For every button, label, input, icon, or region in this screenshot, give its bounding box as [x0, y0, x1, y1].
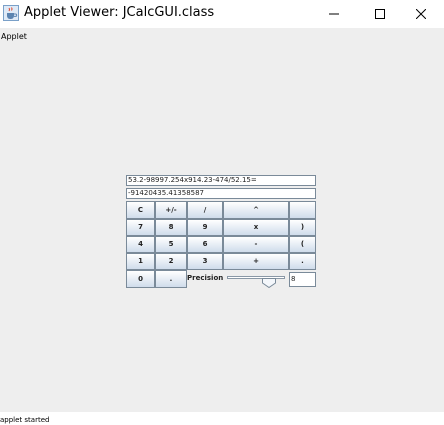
- digit-4-button[interactable]: 4: [126, 236, 155, 253]
- blank-button[interactable]: [289, 201, 316, 219]
- minimize-button[interactable]: [311, 0, 357, 28]
- java-cup-icon: [3, 5, 19, 21]
- negate-button[interactable]: +/-: [155, 201, 187, 219]
- precision-label: Precision: [187, 274, 224, 282]
- status-text: applet started: [0, 416, 50, 424]
- title-bar: Applet Viewer: JCalcGUI.class: [0, 0, 444, 28]
- digit-8-button[interactable]: 8: [155, 219, 187, 236]
- divide-label: /: [203, 205, 207, 214]
- digit-2-label: 2: [168, 257, 174, 265]
- clear-label: C: [137, 205, 144, 214]
- digit-5-button[interactable]: 5: [155, 236, 187, 253]
- digit-3-label: 3: [202, 257, 208, 265]
- open-paren-button[interactable]: (: [289, 236, 316, 253]
- precision-slider-thumb[interactable]: [262, 273, 277, 289]
- add-button[interactable]: +: [223, 253, 289, 270]
- applet-menu[interactable]: Applet: [1, 32, 27, 41]
- divide-button[interactable]: /: [187, 201, 223, 219]
- subtract-button[interactable]: -: [223, 236, 289, 253]
- status-bar: [0, 412, 444, 425]
- maximize-icon: [375, 9, 385, 19]
- digit-4-label: 4: [138, 240, 143, 248]
- precision-field[interactable]: 8: [289, 272, 316, 287]
- digit-1-button[interactable]: 1: [126, 253, 155, 270]
- close-button[interactable]: [398, 0, 444, 28]
- add-label: +: [253, 257, 259, 265]
- decimal-label: .: [301, 257, 304, 265]
- digit-9-button[interactable]: 9: [187, 219, 223, 236]
- precision-slider[interactable]: [227, 276, 285, 279]
- digit-6-button[interactable]: 6: [187, 236, 223, 253]
- close-icon: [416, 9, 426, 19]
- multiply-label: x: [253, 223, 259, 231]
- multiply-button[interactable]: x: [223, 219, 289, 236]
- result-field[interactable]: -91420435.41358587: [126, 188, 316, 199]
- close-paren-label: ): [300, 223, 305, 231]
- power-button[interactable]: ^: [223, 201, 289, 219]
- negate-label: +/-: [165, 205, 177, 214]
- digit-0-button[interactable]: 0: [126, 270, 155, 288]
- digit-0-label: 0: [138, 274, 143, 283]
- open-paren-label: (: [300, 240, 305, 248]
- digit-6-label: 6: [202, 240, 208, 248]
- digit-7-label: 7: [138, 223, 143, 231]
- power-label: ^: [253, 205, 259, 214]
- digit-5-label: 5: [168, 240, 174, 248]
- digit-9-label: 9: [202, 223, 208, 231]
- point-label: .: [169, 274, 173, 283]
- minimize-icon: [329, 13, 339, 15]
- expression-field[interactable]: 53.2-98997.254x914.23-474/52.15=: [126, 175, 316, 186]
- point-button[interactable]: .: [155, 270, 187, 288]
- digit-2-button[interactable]: 2: [155, 253, 187, 270]
- subtract-label: -: [254, 240, 258, 248]
- decimal-button[interactable]: .: [289, 253, 316, 270]
- digit-3-button[interactable]: 3: [187, 253, 223, 270]
- clear-button[interactable]: C: [126, 201, 155, 219]
- window-title: Applet Viewer: JCalcGUI.class: [24, 5, 215, 20]
- digit-7-button[interactable]: 7: [126, 219, 155, 236]
- digit-8-label: 8: [168, 223, 174, 231]
- digit-1-label: 1: [138, 257, 143, 265]
- maximize-button[interactable]: [357, 0, 403, 28]
- close-paren-button[interactable]: ): [289, 219, 316, 236]
